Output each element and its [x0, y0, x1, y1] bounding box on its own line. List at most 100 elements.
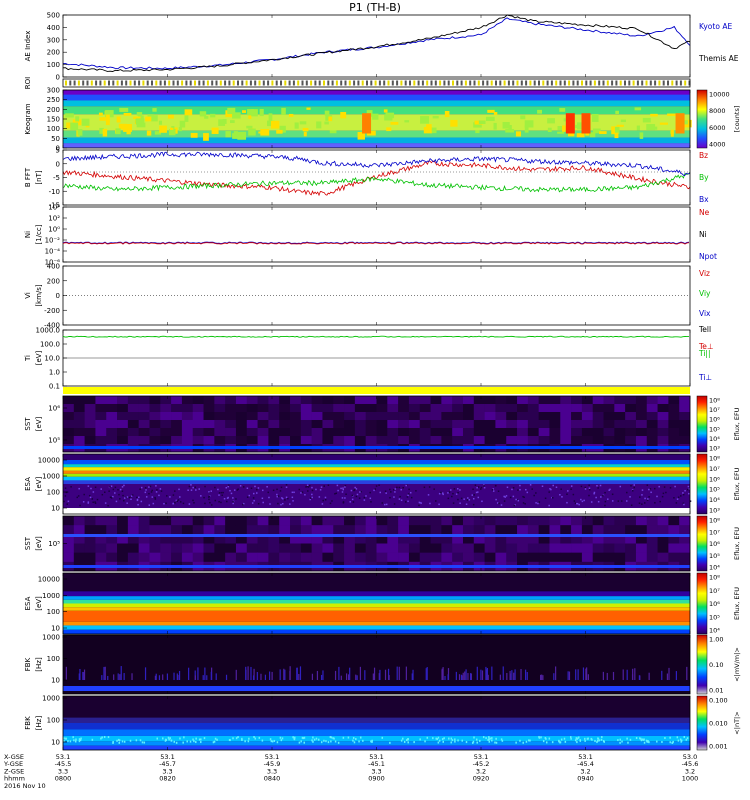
esa1-ytick-label: 10: [51, 505, 60, 513]
ae-legend-0: Kyoto AE: [699, 22, 732, 31]
esa1-speck: [409, 491, 412, 494]
esa1-speck: [480, 488, 482, 490]
sst2-cell: [160, 525, 172, 535]
esa1-speck: [418, 501, 421, 504]
roi-mark: [262, 80, 265, 86]
roi-mark: [65, 80, 67, 86]
esa1-speck: [342, 501, 345, 503]
sst2-cell: [560, 552, 572, 563]
sst1-cell: [441, 396, 453, 405]
sst2-cell: [354, 552, 366, 563]
keogram-cell: [105, 114, 110, 122]
sst1-cell: [235, 404, 248, 413]
esa1-speck: [227, 485, 229, 488]
fbk2-cb-title: <|nT|>: [733, 711, 741, 734]
esa1-speck: [687, 485, 690, 488]
fbk2-speck: [300, 740, 302, 743]
esa1-speck: [535, 492, 537, 494]
sst2-cell: [63, 516, 75, 526]
esa1-speck: [538, 501, 541, 503]
sst1-cell: [452, 420, 464, 429]
sst2-cell: [279, 516, 291, 526]
fbk1-spike: [398, 666, 400, 680]
sst2-cell: [365, 516, 377, 526]
fbk1-spike: [311, 673, 314, 680]
keogram-ytick-label: 200: [47, 106, 60, 114]
fbk1-spike: [260, 673, 262, 680]
roi-mark: [525, 80, 528, 86]
sst1-cell: [268, 428, 280, 437]
sst1-cell: [408, 396, 421, 405]
esa1-speck: [663, 486, 666, 488]
sst2-cell: [517, 552, 529, 563]
fbk2-speck: [74, 740, 77, 743]
sst2-cell: [408, 525, 421, 535]
fbk2-speck: [482, 736, 485, 739]
roi-mark: [155, 80, 158, 86]
sst2-cell: [462, 525, 475, 535]
esa1-speck: [500, 504, 503, 506]
sst1-cell: [408, 436, 421, 445]
fbk1-spike: [541, 674, 543, 680]
sst2-cell: [268, 516, 280, 526]
sst1-cell: [127, 436, 139, 445]
roi-mark: [297, 80, 300, 86]
esa1-speck: [82, 501, 85, 503]
keogram-cell: [302, 127, 309, 132]
esa1-speck: [79, 504, 81, 507]
sst2-cell: [290, 516, 302, 526]
fbk2-speck: [454, 740, 456, 743]
esa1-speck: [121, 490, 124, 492]
sst2-cell: [646, 516, 658, 526]
esa1-speck: [67, 500, 70, 503]
esa1-speck: [321, 503, 324, 505]
sst1-cell: [235, 428, 248, 437]
roi-mark: [628, 80, 631, 86]
roi-mark: [469, 80, 472, 86]
esa1-speck: [145, 489, 147, 491]
roi-mark: [133, 80, 136, 86]
fbk1-spike: [298, 673, 300, 680]
sst1-cell: [614, 404, 626, 413]
sst1-cb-label: 10³: [709, 445, 720, 453]
esa1-speck: [581, 500, 584, 503]
fbk1-ytick-label: 10: [51, 677, 60, 685]
fbk1-spike: [612, 671, 615, 680]
roi-mark: [404, 80, 407, 86]
fbk1-cb-label: 0.01: [709, 687, 723, 695]
sst2-cell: [614, 516, 626, 526]
sst1-cell: [549, 428, 561, 437]
sst1-cell: [268, 404, 280, 413]
esa1-speck: [345, 493, 347, 495]
sst1-cell: [138, 428, 150, 437]
sst2-cell: [95, 525, 107, 535]
fbk2-speck: [538, 735, 540, 738]
fbk1-spike: [345, 673, 348, 680]
esa1-speck: [661, 495, 664, 498]
fbk2-cb-label: 0.010: [709, 720, 728, 728]
esa1-speck: [354, 486, 356, 489]
sst1-cell: [517, 412, 529, 421]
roi-mark: [331, 80, 334, 86]
sst2-cell: [73, 525, 85, 535]
keogram-cell: [385, 112, 395, 119]
esa1-speck: [472, 497, 475, 500]
keogram-cell: [505, 129, 515, 133]
roi-mark: [219, 80, 222, 86]
density-ytick-label: 10⁴: [48, 204, 60, 212]
esa1-speck: [682, 492, 684, 494]
fbk2-speck: [488, 736, 490, 739]
esa1-speck: [356, 493, 359, 496]
fbk2-speck: [560, 738, 563, 741]
esa2-band: [63, 591, 690, 597]
sst1-cell: [625, 420, 637, 429]
esa1-speck: [555, 486, 558, 489]
sst2-cell: [95, 516, 107, 526]
fbk2-speck: [228, 738, 231, 741]
sst1-cell: [365, 420, 377, 429]
esa1-speck: [300, 492, 302, 494]
fbk2-speck: [454, 738, 456, 741]
sst2-cell: [171, 516, 183, 526]
esa1-speck: [221, 494, 223, 497]
esa2-band: [63, 599, 690, 604]
